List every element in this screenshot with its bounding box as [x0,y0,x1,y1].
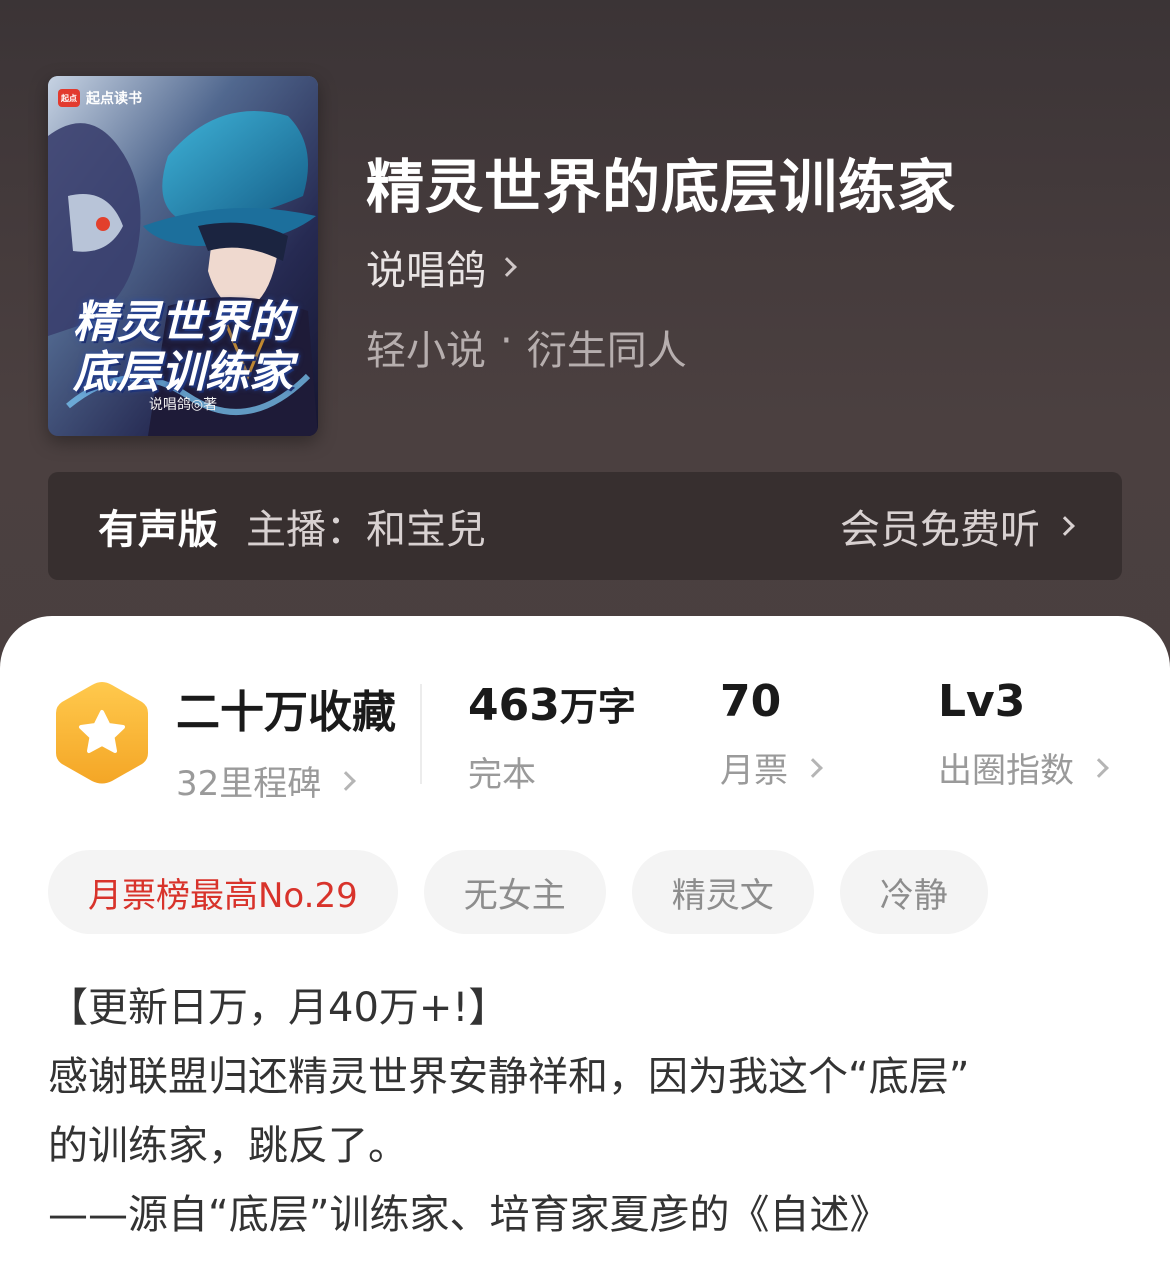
collect-stat[interactable]: 二十万收藏 32里程碑 [176,676,396,805]
subgenre[interactable]: 衍生同人 [527,318,687,376]
word-count-unit: 万字 [559,685,636,729]
cover-title: 精灵世界的 底层训练家 [58,298,308,398]
cover-title-line2: 底层训练家 [73,347,293,398]
monthly-votes-label: 月票 [720,751,788,791]
cover-brand-text: 起点读书 [86,91,142,107]
monthly-votes-number: 70 [720,676,782,727]
author-link[interactable]: 说唱鸽 [366,238,517,296]
popularity-level: Lv3 [938,676,1026,727]
status-label: 完本 [468,755,536,795]
book-header: 起点 起点读书 精灵世界的 底层训练家 说唱鸽◎著 精灵世界的底层训练家 说唱鸽… [0,0,1170,700]
member-free-listen-button[interactable]: 会员免费听 [840,497,1075,555]
popularity-link[interactable]: 出圈指数 [938,743,1109,792]
monthly-votes-stat[interactable]: 70 月票 [720,676,823,792]
tag-no-heroine[interactable]: 无女主 [423,850,606,934]
book-title: 精灵世界的底层训练家 [366,153,957,221]
chevron-right-icon [497,257,517,277]
tag-list: 月票榜最高No.29 无女主 精灵文 冷静 [48,850,988,934]
chevron-right-icon [1089,757,1109,778]
book-description[interactable]: 【更新日万，月40万+!】 感谢联盟归还精灵世界安静祥和，因为我这个“底层” 的… [48,974,1128,1250]
genre-line: 轻小说 · 衍生同人 [366,318,687,376]
popularity-stat[interactable]: Lv3 出圈指数 [938,676,1109,792]
description-line: ——源自“底层”训练家、培育家夏彦的《自述》 [48,1192,890,1238]
milestone-link[interactable]: 32里程碑 [176,756,396,805]
cover-title-line1: 精灵世界的 [73,297,293,348]
word-count-number: 463 [468,680,560,731]
tag-calm[interactable]: 冷静 [839,850,988,934]
stat-divider [420,684,422,784]
brand-logo-icon: 起点 [58,89,80,107]
audio-tag: 有声版 [98,507,218,553]
audio-version-bar[interactable]: 有声版 主播：和宝兒 会员免费听 [48,472,1122,580]
genre-separator: · [500,318,513,364]
book-cover[interactable]: 起点 起点读书 精灵世界的 底层训练家 说唱鸽◎著 [48,76,318,436]
chevron-right-icon [336,770,357,791]
author-name: 说唱鸽 [366,248,486,294]
star-badge-icon [56,682,148,784]
monthly-votes-link[interactable]: 月票 [720,743,823,792]
audio-host: 主播：和宝兒 [246,507,486,553]
word-count: 463万字 [468,676,636,731]
member-free-listen-label: 会员免费听 [840,507,1040,553]
description-line: 【更新日万，月40万+!】 [48,985,509,1031]
description-line: 的训练家，跳反了。 [48,1123,408,1169]
genre[interactable]: 轻小说 [366,318,486,376]
words-stat: 463万字 完本 [468,676,636,796]
popularity-label: 出圈指数 [938,751,1074,791]
cover-brand: 起点 起点读书 [58,86,142,110]
tag-ranking[interactable]: 月票榜最高No.29 [48,850,398,934]
chevron-right-icon [1055,516,1075,536]
collect-title: 二十万收藏 [176,687,396,738]
cover-author: 说唱鸽◎著 [148,397,218,413]
chevron-right-icon [803,757,823,778]
tag-spirit[interactable]: 精灵文 [631,850,814,934]
description-line: 感谢联盟归还精灵世界安静祥和，因为我这个“底层” [48,1054,970,1100]
milestone-label: 32里程碑 [176,764,322,804]
